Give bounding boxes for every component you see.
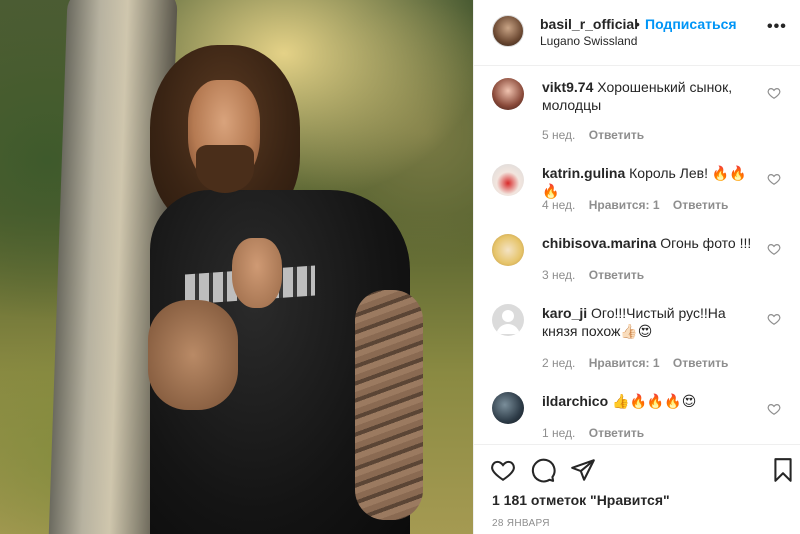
- comment-likes-count[interactable]: Нравится: 1: [589, 198, 660, 212]
- photo-hand: [232, 238, 282, 308]
- comment-icon[interactable]: [530, 457, 556, 483]
- post-sidebar: basil_r_official • Подписаться Lugano Sw…: [473, 0, 800, 534]
- comment-time[interactable]: 3 нед.: [542, 268, 575, 282]
- reply-button[interactable]: Ответить: [673, 198, 728, 212]
- post-photo[interactable]: [0, 0, 473, 534]
- commenter-avatar[interactable]: [492, 234, 524, 266]
- comment-body: Огонь фото !!!: [660, 235, 752, 251]
- commenter-avatar-placeholder[interactable]: [492, 304, 524, 336]
- comment-time[interactable]: 2 нед.: [542, 356, 575, 370]
- comment-heart-icon[interactable]: [767, 242, 781, 256]
- heart-icon[interactable]: [490, 457, 516, 483]
- comment-time[interactable]: 1 нед.: [542, 426, 575, 440]
- comment-heart-icon[interactable]: [767, 172, 781, 186]
- comment-text: ildarchico 👍🔥🔥🔥😍: [542, 392, 762, 410]
- comment-text: karo_ji Ого!!!Чистый рус!!На князя похож…: [542, 304, 762, 340]
- photo-left-arm: [148, 300, 238, 410]
- reply-button[interactable]: Ответить: [589, 426, 644, 440]
- comment-text: katrin.gulina Король Лев! 🔥🔥🔥: [542, 164, 762, 200]
- comment-meta: 5 нед. Ответить: [542, 128, 654, 142]
- separator-dot: •: [635, 16, 640, 32]
- comment-meta: 4 нед. Нравится: 1 Ответить: [542, 198, 738, 212]
- comment-meta: 2 нед. Нравится: 1 Ответить: [542, 356, 738, 370]
- likes-count[interactable]: 1 181 отметок "Нравится": [492, 492, 670, 508]
- author-username[interactable]: basil_r_official: [540, 16, 638, 32]
- comment-body: 👍🔥🔥🔥😍: [612, 393, 697, 409]
- comment-time[interactable]: 5 нед.: [542, 128, 575, 142]
- post-actions: 1 181 отметок "Нравится" 28 ЯНВАРЯ: [474, 444, 800, 534]
- commenter-avatar[interactable]: [492, 392, 524, 424]
- comments-list: vikt9.74 Хорошенький сынок, молодцы 5 не…: [474, 66, 800, 444]
- more-options-icon[interactable]: •••: [767, 18, 787, 36]
- photo-right-arm: [355, 290, 423, 520]
- author-avatar[interactable]: [492, 15, 524, 47]
- commenter-avatar[interactable]: [492, 78, 524, 110]
- follow-button[interactable]: Подписаться: [645, 16, 737, 32]
- reply-button[interactable]: Ответить: [589, 268, 644, 282]
- paper-plane-icon[interactable]: [570, 457, 596, 483]
- default-user-icon: [496, 310, 520, 334]
- reply-button[interactable]: Ответить: [673, 356, 728, 370]
- comment-text: vikt9.74 Хорошенький сынок, молодцы: [542, 78, 762, 114]
- post-date[interactable]: 28 ЯНВАРЯ: [492, 518, 550, 529]
- commenter-username[interactable]: vikt9.74: [542, 79, 593, 95]
- comment-meta: 1 нед. Ответить: [542, 426, 654, 440]
- commenter-avatar[interactable]: [492, 164, 524, 196]
- comment-heart-icon[interactable]: [767, 402, 781, 416]
- comment-meta: 3 нед. Ответить: [542, 268, 654, 282]
- commenter-username[interactable]: ildarchico: [542, 393, 608, 409]
- commenter-username[interactable]: chibisova.marina: [542, 235, 656, 251]
- comment-time[interactable]: 4 нед.: [542, 198, 575, 212]
- comment-likes-count[interactable]: Нравится: 1: [589, 356, 660, 370]
- comment-text: chibisova.marina Огонь фото !!!: [542, 234, 762, 252]
- post-header: basil_r_official • Подписаться Lugano Sw…: [474, 0, 800, 66]
- comment-heart-icon[interactable]: [767, 86, 781, 100]
- photo-beard: [196, 145, 254, 193]
- bookmark-icon[interactable]: [770, 457, 796, 483]
- commenter-username[interactable]: katrin.gulina: [542, 165, 625, 181]
- post-location[interactable]: Lugano Swissland: [540, 34, 637, 48]
- commenter-username[interactable]: karo_ji: [542, 305, 587, 321]
- comment-heart-icon[interactable]: [767, 312, 781, 326]
- reply-button[interactable]: Ответить: [589, 128, 644, 142]
